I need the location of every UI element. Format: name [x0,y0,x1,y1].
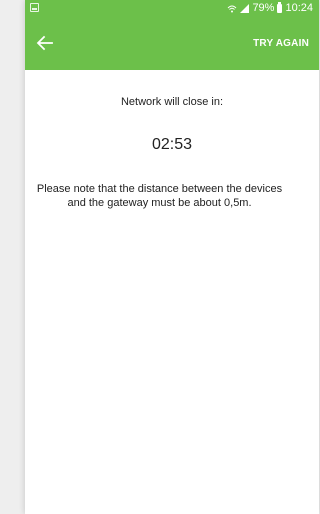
back-arrow-icon[interactable] [33,31,57,55]
note-line-1: Please note that the distance between th… [36,183,283,195]
countdown-timer: 02:53 [151,136,193,153]
app-bar: TRY AGAIN [25,17,319,70]
phone-screen: 79% 10:24 TRY AGAIN Network will close i… [25,0,319,514]
try-again-button[interactable]: TRY AGAIN [253,34,309,54]
wifi-icon [228,5,237,12]
signal-icon [240,4,250,13]
status-bar: 79% 10:24 [25,0,319,17]
battery-percent: 79% [252,2,275,14]
gallery-icon [30,3,39,12]
clock: 10:24 [285,2,313,14]
distance-note: Please note that the distance between th… [25,182,319,210]
network-close-label: Network will close in: [120,96,224,108]
battery-icon [277,2,283,13]
note-line-2: and the gateway must be about 0,5m. [67,197,252,209]
status-indicators: 79% 10:24 [227,1,313,16]
